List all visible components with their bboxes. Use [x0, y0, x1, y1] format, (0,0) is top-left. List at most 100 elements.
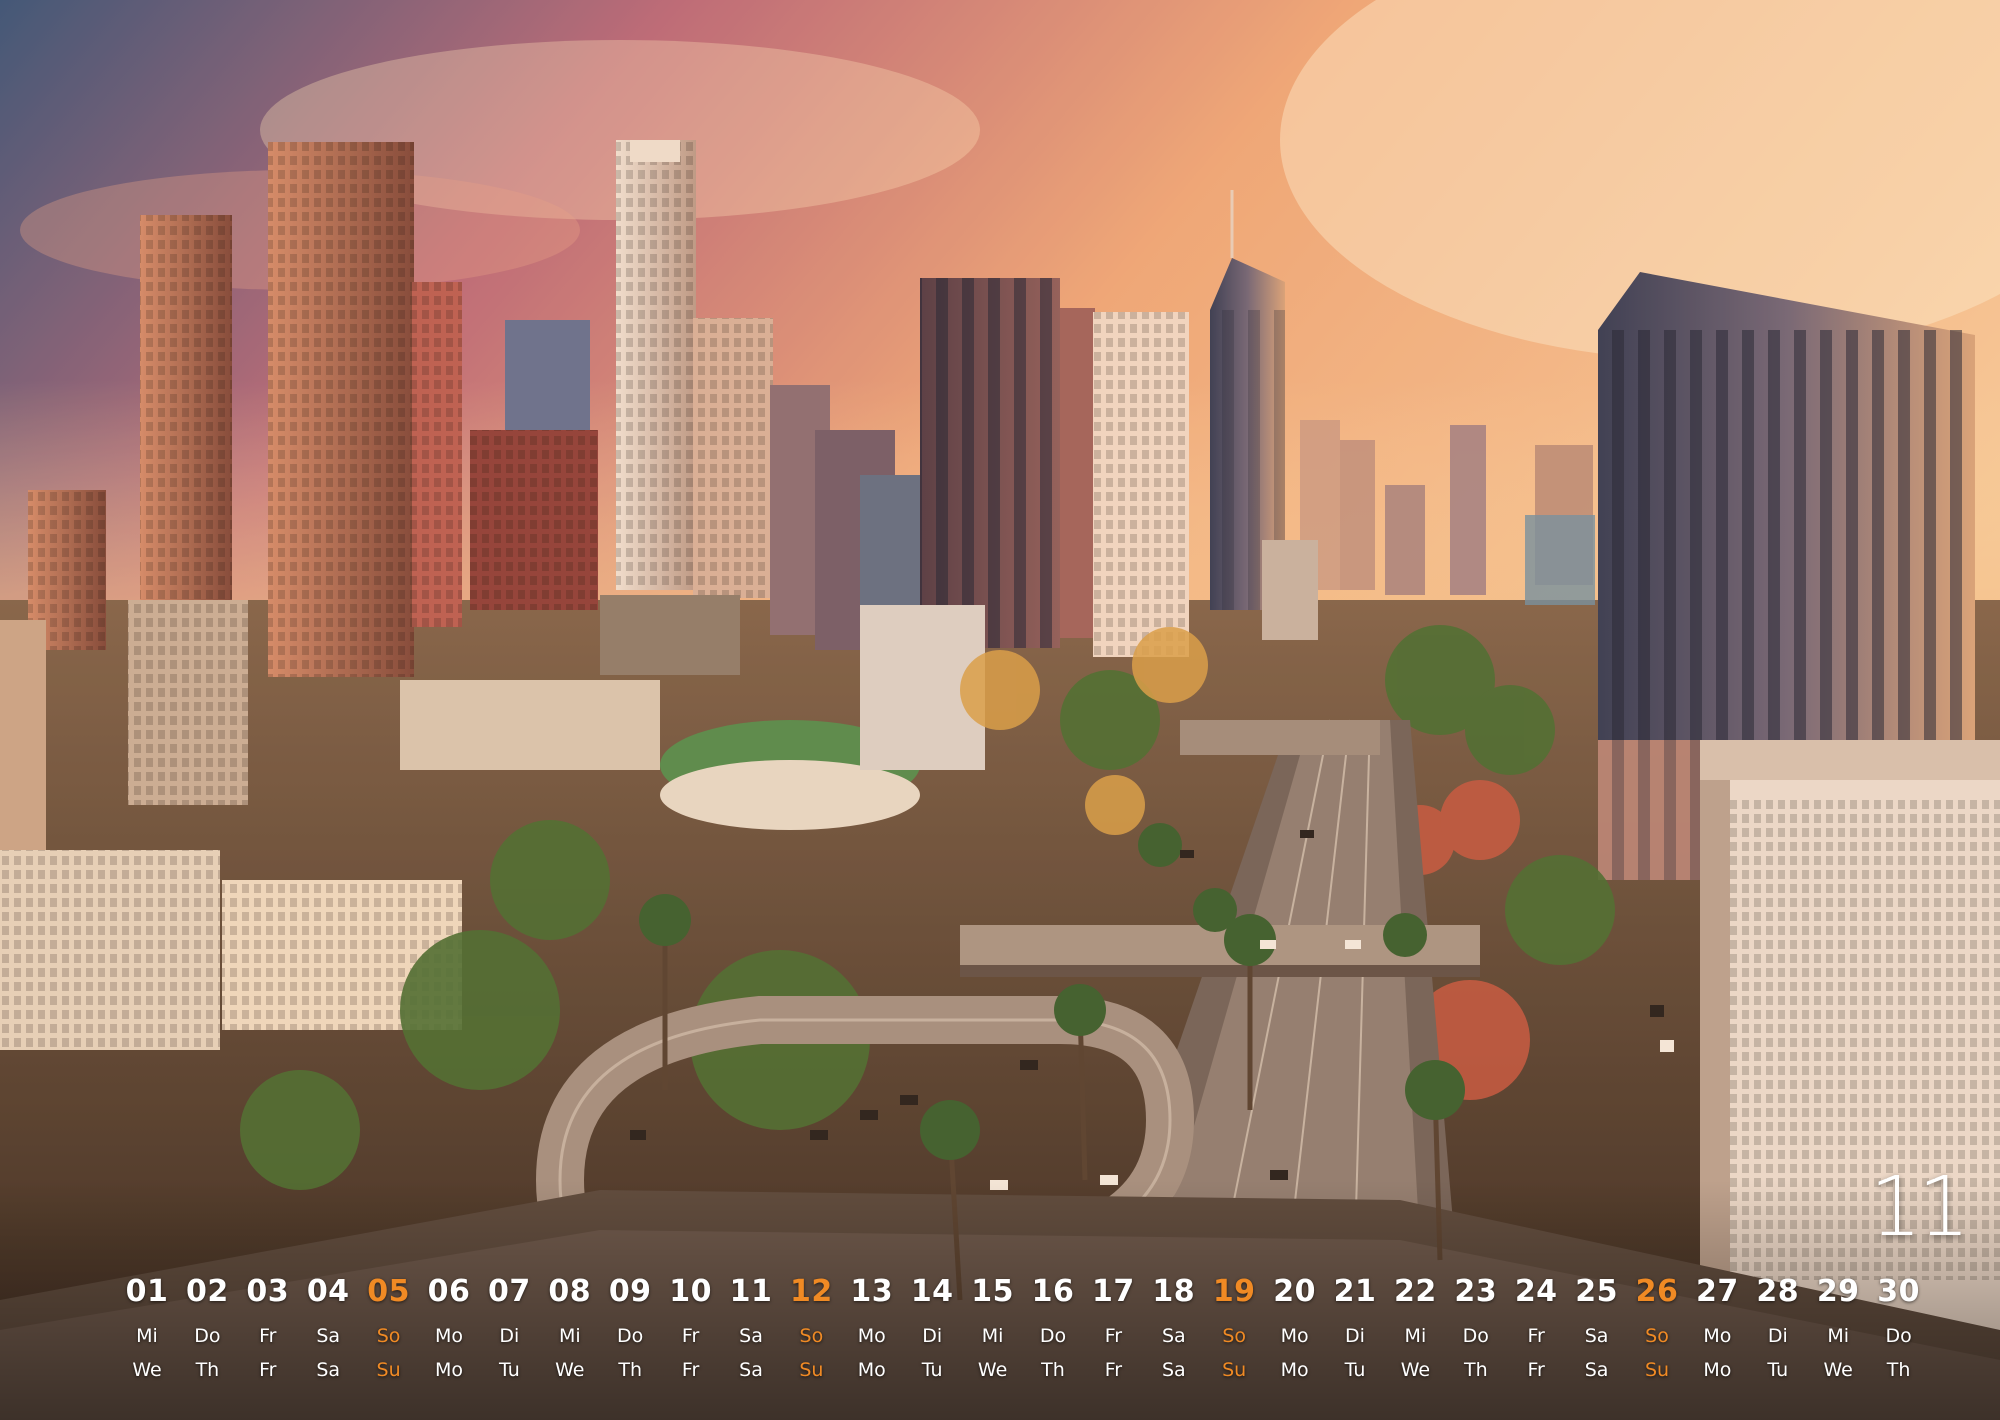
- weekday-german: Mo: [434, 1325, 464, 1347]
- weekday-german: Mi: [1827, 1325, 1850, 1347]
- weekday-german: Di: [1345, 1325, 1365, 1347]
- day-number: 16: [1031, 1274, 1075, 1309]
- day-number: 13: [850, 1274, 894, 1309]
- weekday-english: Th: [195, 1359, 220, 1381]
- day-number: 28: [1756, 1274, 1800, 1309]
- day-column: 29 Mi We: [1808, 1272, 1868, 1382]
- weekday-german: Sa: [1161, 1325, 1186, 1347]
- weekday-english: Fr: [1527, 1359, 1545, 1381]
- day-number: 06: [427, 1274, 471, 1309]
- weekday-english: Fr: [681, 1359, 700, 1381]
- weekday-english: Th: [618, 1359, 643, 1381]
- day-column: 18 Sa Sa: [1144, 1272, 1204, 1382]
- weekday-german: Mi: [1404, 1325, 1427, 1347]
- weekday-english: We: [555, 1359, 585, 1381]
- day-column: 06 Mo Mo: [419, 1272, 479, 1382]
- day-strip: 01 Mi We 02 Do Th 03 Fr Fr 04 Sa Sa 05 So Su 06 Mo Mo 07 Di…: [122, 1272, 1980, 1412]
- weekday-english: Th: [1463, 1359, 1488, 1381]
- day-column: 01 Mi We: [117, 1272, 177, 1382]
- day-number: 10: [669, 1274, 712, 1309]
- weekday-german: Mo: [857, 1325, 886, 1347]
- day-number: 21: [1333, 1274, 1377, 1309]
- day-column: 05 So Su: [359, 1272, 419, 1382]
- day-column: 13 Mo Mo: [842, 1272, 902, 1382]
- weekday-german: Do: [194, 1325, 221, 1347]
- weekday-english: Sa: [739, 1359, 763, 1381]
- weekday-german: So: [376, 1325, 401, 1347]
- day-column: 09 Do Th: [600, 1272, 660, 1382]
- day-column: 25 Sa Sa: [1567, 1272, 1627, 1382]
- day-column: 14 Di Tu: [902, 1272, 962, 1382]
- weekday-english: Mo: [1280, 1359, 1309, 1381]
- day-number: 20: [1273, 1274, 1316, 1309]
- weekday-english: Tu: [1767, 1359, 1789, 1381]
- day-number: 14: [910, 1274, 954, 1309]
- day-number: 11: [729, 1274, 773, 1309]
- day-number: 27: [1696, 1274, 1739, 1309]
- weekday-german: Sa: [1584, 1325, 1609, 1347]
- weekday-german: Fr: [1527, 1325, 1545, 1347]
- weekday-english: Fr: [259, 1359, 277, 1381]
- day-column: 24 Fr Fr: [1506, 1272, 1566, 1382]
- day-column: 30 Do Th: [1869, 1272, 1929, 1382]
- day-column: 21 Di Tu: [1325, 1272, 1385, 1382]
- weekday-english: We: [1400, 1359, 1431, 1381]
- day-number: 08: [548, 1274, 592, 1309]
- day-column: 04 Sa Sa: [298, 1272, 358, 1382]
- day-number: 29: [1816, 1274, 1860, 1309]
- city-skyline-photo: [0, 0, 2000, 1420]
- weekday-german: Mo: [1280, 1325, 1309, 1347]
- weekday-german: Fr: [681, 1325, 700, 1347]
- weekday-english: Tu: [1344, 1359, 1366, 1381]
- day-column: 12 So Su: [781, 1272, 841, 1382]
- weekday-german: Mi: [981, 1325, 1004, 1347]
- weekday-english: Mo: [1703, 1359, 1732, 1381]
- day-column: 22 Mi We: [1385, 1272, 1445, 1382]
- weekday-german: So: [1222, 1325, 1247, 1347]
- day-number: 18: [1152, 1274, 1196, 1309]
- day-column: 27 Mo Mo: [1687, 1272, 1747, 1382]
- weekday-german: Mo: [1703, 1325, 1732, 1347]
- weekday-english: Tu: [499, 1359, 520, 1381]
- weekday-english: Sa: [1584, 1359, 1609, 1381]
- day-number: 23: [1454, 1274, 1498, 1309]
- day-number: 26: [1635, 1274, 1679, 1309]
- day-number: 12: [790, 1274, 833, 1309]
- weekday-english: Su: [799, 1359, 824, 1381]
- weekday-german: Do: [1885, 1325, 1912, 1347]
- weekday-english: Tu: [921, 1359, 943, 1381]
- day-column: 23 Do Th: [1446, 1272, 1506, 1382]
- weekday-english: Th: [1886, 1359, 1911, 1381]
- day-column: 07 Di Tu: [479, 1272, 539, 1382]
- weekday-english: Sa: [1161, 1359, 1186, 1381]
- weekday-german: Di: [922, 1325, 943, 1347]
- day-number: 30: [1877, 1274, 1920, 1309]
- month-number: 11: [1869, 1160, 1970, 1255]
- day-number: 01: [125, 1274, 169, 1309]
- weekday-german: Do: [617, 1325, 644, 1347]
- day-column: 26 So Su: [1627, 1272, 1687, 1382]
- weekday-english: Su: [1644, 1359, 1670, 1381]
- weekday-german: Di: [1767, 1325, 1788, 1347]
- day-column: 20 Mo Mo: [1265, 1272, 1325, 1382]
- weekday-german: Mi: [136, 1325, 158, 1347]
- day-column: 08 Mi We: [540, 1272, 600, 1382]
- day-column: 11 Sa Sa: [721, 1272, 781, 1382]
- day-number: 22: [1394, 1274, 1437, 1309]
- weekday-german: So: [799, 1325, 824, 1347]
- weekday-german: Sa: [739, 1325, 763, 1347]
- weekday-german: Di: [499, 1325, 520, 1347]
- day-number: 02: [186, 1274, 229, 1309]
- weekday-english: We: [132, 1359, 162, 1381]
- day-number: 15: [971, 1274, 1014, 1309]
- day-number: 25: [1575, 1274, 1618, 1309]
- day-number: 24: [1514, 1274, 1558, 1309]
- day-column: 03 Fr Fr: [238, 1272, 298, 1382]
- day-column: 28 Di Tu: [1748, 1272, 1808, 1382]
- day-number: 17: [1092, 1274, 1135, 1309]
- day-number: 09: [608, 1274, 652, 1309]
- day-column: 15 Mi We: [963, 1272, 1023, 1382]
- weekday-english: Su: [376, 1359, 401, 1381]
- day-column: 10 Fr Fr: [661, 1272, 721, 1382]
- weekday-english: Sa: [316, 1359, 341, 1381]
